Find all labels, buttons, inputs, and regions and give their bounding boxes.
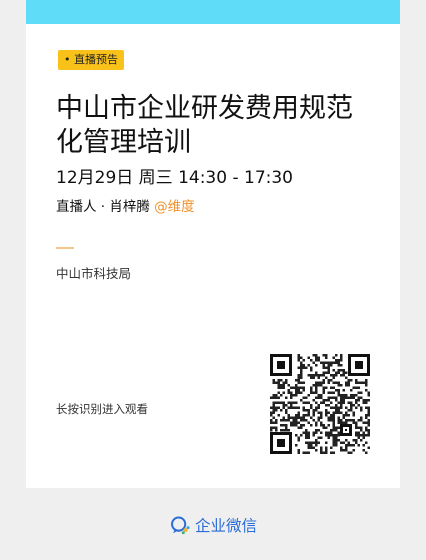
event-time: 12月29日 周三 14:30 - 17:30 [56, 168, 293, 188]
host-line: 直播人 · 肖梓腾 @维度 [56, 198, 195, 216]
wecom-logo-icon [171, 516, 190, 535]
wecom-brand: 企业微信 [169, 514, 257, 536]
live-preview-badge: • 直播预告 [58, 50, 124, 70]
live-preview-card: • 直播预告 中山市企业研发费用规范化管理培训 12月29日 周三 14:30 … [26, 0, 400, 488]
wecom-brand-label: 企业微信 [194, 517, 257, 535]
qr-code-image [270, 354, 370, 454]
footer: 企业微信 [0, 514, 426, 540]
qr-code[interactable] [270, 354, 370, 454]
top-color-band [26, 0, 400, 24]
organizer-name: 中山市科技局 [56, 266, 132, 281]
divider [56, 247, 74, 249]
host-name: 直播人 · 肖梓腾 [56, 199, 150, 215]
long-press-hint: 长按识别进入观看 [56, 402, 148, 416]
host-organization: @维度 [154, 199, 195, 215]
event-title: 中山市企业研发费用规范化管理培训 [56, 93, 353, 158]
